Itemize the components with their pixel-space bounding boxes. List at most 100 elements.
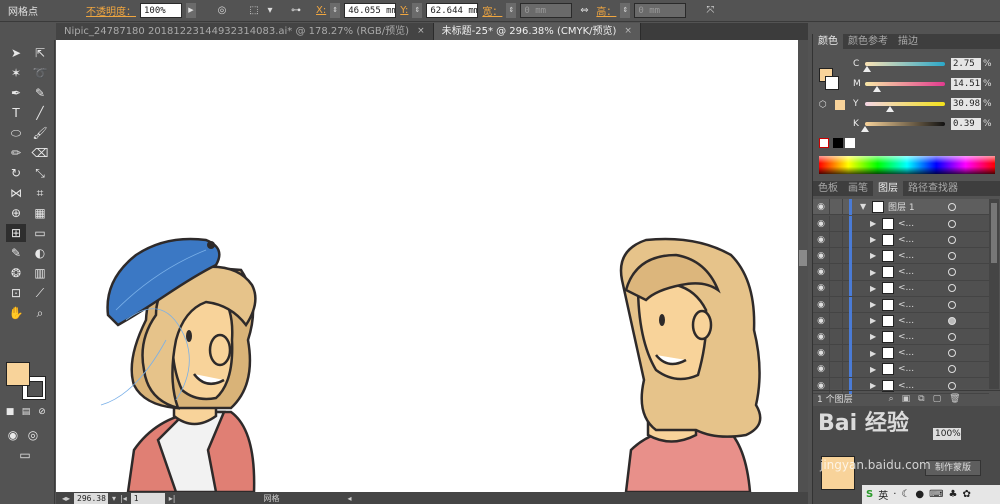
sublayer-row[interactable]: ◉ ▶ <... xyxy=(813,215,989,232)
opacity-input[interactable]: 100% xyxy=(140,3,182,18)
width-tool-icon[interactable]: ⋈ xyxy=(6,184,26,202)
free-transform-tool-icon[interactable]: ⌗ xyxy=(30,184,50,202)
mic-icon[interactable]: ● xyxy=(915,489,924,500)
lock-toggle[interactable] xyxy=(829,312,843,329)
sublayer-row[interactable]: ◉ ▶ <... xyxy=(813,280,989,297)
eye-icon[interactable]: ◉ xyxy=(813,283,829,293)
chevron-down-icon[interactable]: ▼ xyxy=(860,202,870,211)
tab-pathfinder[interactable]: 路径查找器 xyxy=(903,181,963,196)
target-icon[interactable] xyxy=(948,332,956,341)
new-layer-icon[interactable]: ▢ xyxy=(933,394,942,404)
eye-icon[interactable]: ◉ xyxy=(813,300,829,310)
eyedropper-tool-icon[interactable]: ✎ xyxy=(6,244,26,262)
eraser-tool-icon[interactable]: ⌫ xyxy=(30,144,50,162)
artboard-tool-icon[interactable]: ⊡ xyxy=(6,284,26,302)
sublayer-row[interactable]: ◉ ▶ <... xyxy=(813,361,989,378)
eye-icon[interactable]: ◉ xyxy=(813,267,829,277)
lock-toggle[interactable] xyxy=(829,361,843,378)
sublayer-row[interactable]: ◉ ▶ <... xyxy=(813,264,989,281)
make-mask-button[interactable]: 制作蒙版 xyxy=(925,460,981,476)
sublayer-name[interactable]: <... xyxy=(898,364,942,374)
symbol-sprayer-tool-icon[interactable]: ❂ xyxy=(6,264,26,282)
color-mode-icon[interactable]: ■ xyxy=(4,406,16,418)
sublayer-name[interactable]: <... xyxy=(898,348,942,358)
cyan-value-input[interactable]: 2.75 xyxy=(951,58,981,70)
chevron-right-icon[interactable]: ▶ xyxy=(870,332,880,341)
opacity-label[interactable]: 不透明度： xyxy=(86,3,136,18)
tab-document-1[interactable]: Nipic_24787180 20181223144932314083.ai* … xyxy=(56,23,434,40)
draw-inside-icon[interactable]: ◎ xyxy=(26,426,40,444)
last-page-icon[interactable]: ▸| xyxy=(169,494,176,503)
column-graph-tool-icon[interactable]: ▥ xyxy=(30,264,50,282)
close-icon[interactable]: × xyxy=(624,23,632,40)
line-tool-icon[interactable]: ╱ xyxy=(30,104,50,122)
eye-icon[interactable]: ◉ xyxy=(813,348,829,358)
chevron-right-icon[interactable]: ▶ xyxy=(870,268,880,277)
align-icon[interactable]: ⊶ xyxy=(288,3,304,18)
chevron-right-icon[interactable]: ▶ xyxy=(870,219,880,228)
cyan-slider[interactable] xyxy=(863,62,945,72)
none-mode-icon[interactable]: ⊘ xyxy=(36,406,48,418)
x-stepper-icon[interactable]: ⇕ xyxy=(330,3,341,18)
black-value-input[interactable]: 0.39 xyxy=(951,118,981,130)
sublayer-name[interactable]: <... xyxy=(898,283,942,293)
scale-tool-icon[interactable]: ⤡ xyxy=(30,164,50,182)
target-icon[interactable] xyxy=(948,284,956,293)
skin-icon[interactable]: ♣ xyxy=(949,489,958,500)
magenta-slider[interactable] xyxy=(865,82,945,92)
settings-icon[interactable]: ✿ xyxy=(963,489,971,500)
tab-document-2[interactable]: 未标题-25* @ 296.38% (CMYK/预览) × xyxy=(433,23,641,40)
eye-icon[interactable]: ◉ xyxy=(813,251,829,261)
target-icon[interactable] xyxy=(948,219,956,228)
target-icon[interactable] xyxy=(948,381,956,390)
opacity-dropdown-icon[interactable]: ▶ xyxy=(186,3,196,18)
target-icon[interactable] xyxy=(948,235,956,244)
keyboard-icon[interactable]: ⌨ xyxy=(929,489,943,500)
eye-icon[interactable]: ◉ xyxy=(813,235,829,245)
first-page-icon[interactable]: |◂ xyxy=(120,494,127,503)
lock-toggle[interactable] xyxy=(829,231,843,248)
layer-name[interactable]: 图层 1 xyxy=(888,200,942,213)
hand-tool-icon[interactable]: ✋ xyxy=(6,304,26,322)
yellow-slider[interactable] xyxy=(865,102,945,112)
stroke-swatch[interactable] xyxy=(825,76,839,90)
y-stepper-icon[interactable]: ⇕ xyxy=(412,3,423,18)
selection-tool-icon[interactable]: ➤ xyxy=(6,44,26,62)
chevron-right-icon[interactable]: ▶ xyxy=(870,381,880,390)
target-icon[interactable] xyxy=(948,268,956,277)
layers-scrollbar[interactable] xyxy=(989,199,999,389)
white-swatch[interactable] xyxy=(845,138,855,148)
none-swatch[interactable] xyxy=(819,138,829,148)
clipping-mask-icon[interactable]: ▣ xyxy=(902,394,911,404)
lock-toggle[interactable] xyxy=(829,280,843,297)
yellow-value-input[interactable]: 30.98 xyxy=(951,98,981,110)
zoom-input[interactable]: 296.38 xyxy=(74,492,109,504)
lock-toggle[interactable] xyxy=(829,328,843,345)
color-spectrum[interactable] xyxy=(819,156,995,174)
chevron-right-icon[interactable]: ▶ xyxy=(870,365,880,374)
artboard-canvas[interactable] xyxy=(56,40,798,492)
curvature-tool-icon[interactable]: ✎ xyxy=(30,84,50,102)
sogou-logo-icon[interactable]: S xyxy=(866,489,873,500)
sublayer-name[interactable]: <... xyxy=(898,316,942,326)
target-icon[interactable] xyxy=(948,202,956,211)
magenta-value-input[interactable]: 14.51 xyxy=(951,78,981,90)
opacity-field[interactable]: 100% xyxy=(933,428,961,440)
pencil-tool-icon[interactable]: ✏ xyxy=(6,144,26,162)
chevron-right-icon[interactable]: ▶ xyxy=(870,251,880,260)
lock-toggle[interactable] xyxy=(829,247,843,264)
type-tool-icon[interactable]: T xyxy=(6,104,26,122)
isolate-icon[interactable]: ⤧ xyxy=(702,3,718,18)
tab-color[interactable]: 颜色 xyxy=(813,34,843,49)
sublayer-row[interactable]: ◉ ▶ <... xyxy=(813,247,989,265)
mesh-tool-icon[interactable]: ⊞ xyxy=(6,224,26,242)
sublayer-row[interactable]: ◉ ▶ <... xyxy=(813,312,989,330)
tab-brushes[interactable]: 画笔 xyxy=(843,181,873,196)
width-stepper-icon[interactable]: ⇕ xyxy=(506,3,517,18)
draw-mode-icon[interactable]: ◉ xyxy=(6,426,20,444)
width-input[interactable]: 0 mm xyxy=(520,3,573,18)
artboard-nav-icon[interactable]: ◂▸ xyxy=(62,494,70,503)
out-of-gamut-icon[interactable]: ⬡ xyxy=(819,100,829,110)
ellipse-tool-icon[interactable]: ⬭ xyxy=(6,124,26,142)
canvas-vertical-scrollbar[interactable] xyxy=(798,40,808,492)
